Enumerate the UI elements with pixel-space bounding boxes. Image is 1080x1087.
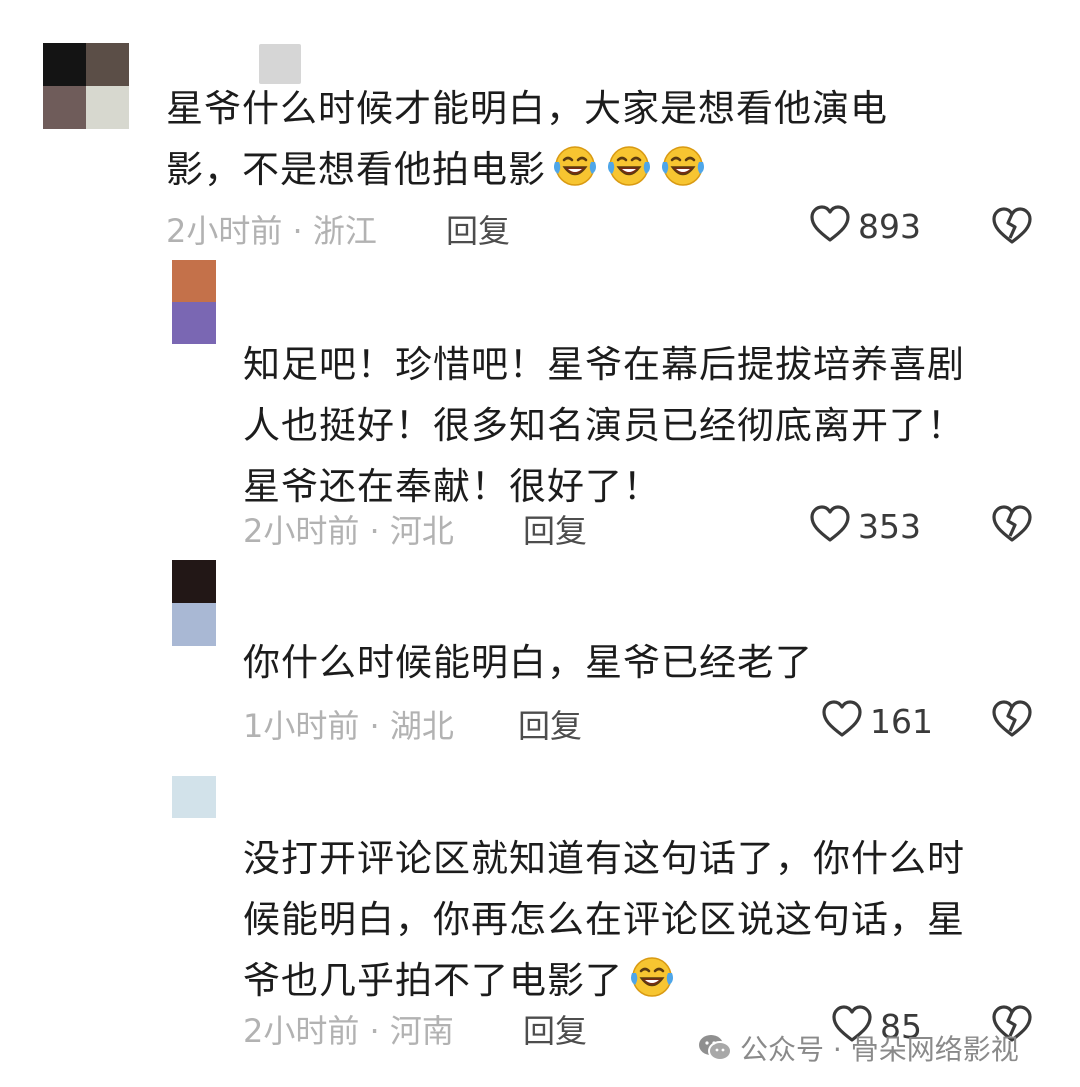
comment-line: 影，不是想看他拍电影 (166, 148, 546, 191)
reply-button[interactable]: 回复 (446, 206, 510, 252)
like-button[interactable]: 353 (808, 504, 921, 548)
comment-text: 星爷什么时候才能明白，大家是想看他演电 影，不是想看他拍电影 (166, 78, 888, 200)
comment-meta: 2小时前 · 河南 (243, 1012, 454, 1050)
laughing-crying-emoji-icon (604, 142, 654, 188)
watermark: 公众号 · 骨朵网络影视 (698, 1028, 1019, 1068)
laughing-crying-emoji-icon (658, 142, 708, 188)
heart-outline-icon (808, 204, 852, 248)
comment-meta: 2小时前 · 河北 (243, 512, 454, 550)
comment-line: 你什么时候能明白，星爷已经老了 (243, 641, 813, 684)
comment-line: 候能明白，你再怎么在评论区说这句话，星 (243, 898, 965, 941)
avatar[interactable] (43, 43, 129, 129)
laughing-crying-emoji-icon (550, 142, 600, 188)
comment-line: 爷也几乎拍不了电影了 (243, 959, 623, 1002)
reply-button[interactable]: 回复 (523, 506, 587, 552)
watermark-text: 公众号 · 骨朵网络影视 (740, 1033, 1019, 1066)
comment-meta: 1小时前 · 湖北 (243, 707, 454, 745)
reply-button[interactable]: 回复 (523, 1006, 587, 1052)
broken-heart-icon[interactable] (990, 504, 1034, 548)
reply-avatar[interactable] (172, 260, 216, 344)
heart-outline-icon (808, 504, 852, 548)
laughing-crying-emoji-icon (627, 953, 677, 999)
comment-line: 星爷什么时候才能明白，大家是想看他演电 (166, 87, 888, 130)
reply-text: 没打开评论区就知道有这句话了，你什么时 候能明白，你再怎么在评论区说这句话，星 … (243, 828, 965, 1011)
comment-line: 知足吧！珍惜吧！星爷在幕后提拔培养喜剧 (243, 343, 965, 386)
like-count: 161 (870, 701, 933, 741)
wechat-icon (699, 1035, 732, 1061)
reply-text: 你什么时候能明白，星爷已经老了 (243, 632, 813, 693)
like-count: 353 (858, 506, 921, 546)
heart-outline-icon (820, 699, 864, 743)
broken-heart-icon[interactable] (990, 699, 1034, 743)
reply-button[interactable]: 回复 (518, 701, 582, 747)
comment-line: 人也挺好！很多知名演员已经彻底离开了！ (243, 404, 965, 447)
comment-meta: 2小时前 · 浙江 (166, 212, 377, 250)
comment-line: 没打开评论区就知道有这句话了，你什么时 (243, 837, 965, 880)
reply-text: 知足吧！珍惜吧！星爷在幕后提拔培养喜剧 人也挺好！很多知名演员已经彻底离开了！ … (243, 334, 965, 517)
like-button[interactable]: 161 (820, 699, 933, 743)
broken-heart-icon[interactable] (990, 206, 1034, 250)
like-count: 893 (858, 206, 921, 246)
like-button[interactable]: 893 (808, 204, 921, 248)
reply-avatar[interactable] (172, 560, 216, 646)
reply-avatar[interactable] (172, 776, 216, 818)
